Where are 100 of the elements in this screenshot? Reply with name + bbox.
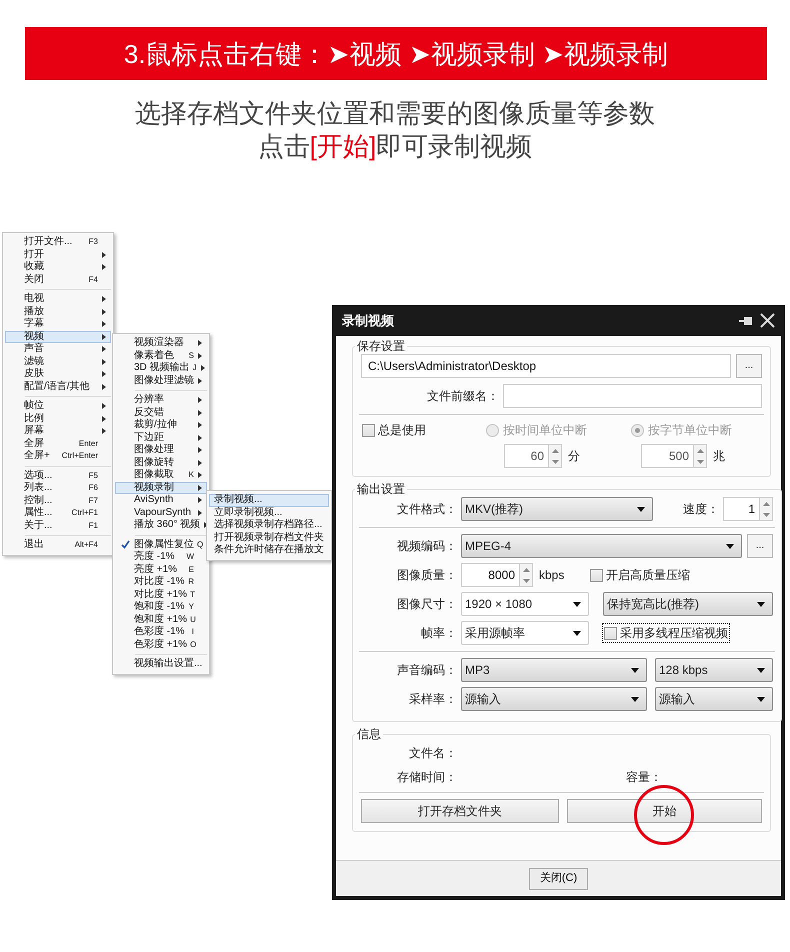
menu-item[interactable]: 属性... Ctrl+F1 [5,507,111,520]
menu-item[interactable]: 视频 [5,330,111,343]
menu-item[interactable]: 对比度 +1% T [115,588,207,601]
dropdown[interactable]: 1920 × 1080 [461,592,589,616]
menu-item[interactable]: 字幕 [5,318,111,330]
menu-item[interactable]: 打开 [5,248,111,261]
start-button[interactable]: 开始 [566,799,762,823]
menu-item[interactable]: 图像旋转 [115,456,207,469]
menu-item[interactable]: 退出 Alt+F4 [5,539,111,552]
browse-button[interactable]: ... [736,354,762,378]
caret-icon [757,602,765,606]
group-title: 输出设置 [356,483,406,495]
menu-item[interactable]: 皮肤 [5,368,111,380]
field-label: 图像尺寸： [396,596,458,613]
menu-item[interactable]: 视频输出设置... [115,658,207,670]
menu-item[interactable]: 关于... F1 [5,520,111,532]
menu-item[interactable]: 比例 [5,412,111,425]
up-arrow-icon [696,448,704,452]
caret-icon [757,696,765,702]
menu-item[interactable]: 收藏 [5,261,111,274]
menu-item[interactable]: 图像处理滤镜 [115,374,207,387]
menu-item[interactable]: 亮度 -1% W [115,551,207,564]
field-label: 文件名： [408,745,458,762]
menu-item[interactable]: 下边距 [115,432,207,444]
close-icon[interactable] [760,313,775,328]
menu-item[interactable]: 全屏 Enter [5,438,111,450]
menu-item[interactable]: 电视 [5,293,111,306]
menu-item[interactable]: 像素着色 S [115,350,207,362]
menu-item[interactable]: 饱和度 -1% Y [115,601,207,614]
text-field[interactable]: C:\Users\Administrator\Desktop [361,354,731,378]
stepper-button[interactable] [759,497,773,521]
menu-item[interactable]: 录制视频... [209,494,329,506]
number-field[interactable]: 1 [723,497,759,521]
menu-item[interactable]: 图像截取 K [115,469,207,482]
dropdown[interactable]: 保持宽高比(推荐) [603,592,773,616]
menu-item[interactable]: 播放 [5,306,111,318]
checkbox[interactable]: 总是使用 [361,421,486,439]
banner-title: 3.鼠标点击右键：➤视频 ➤视频录制 ➤视频录制 [124,40,668,66]
menu-item[interactable]: 立即录制视频... [209,506,329,519]
stepper-button[interactable] [519,563,533,587]
menu-item[interactable]: 声音 [5,343,111,356]
menu-item[interactable]: 饱和度 +1% U [115,614,207,626]
menu-item[interactable]: 色彩度 -1% I [115,626,207,638]
field-label: 文件格式： [396,501,458,518]
menu-item[interactable]: 列表... F6 [5,482,111,494]
close-button[interactable]: 关闭(C) [528,868,588,890]
menu-item[interactable]: 3D 视频输出 J [115,362,207,374]
dropdown[interactable]: 源输入 [461,687,647,711]
checkbox[interactable]: 开启高质量压缩 [589,566,691,584]
menu-item[interactable]: 屏幕 [5,425,111,438]
checkbox[interactable]: 采用多线程压缩视频 [603,624,729,642]
dropdown[interactable]: 128 kbps [655,658,773,682]
menu-item[interactable]: 视频录制 [115,482,207,494]
menu-item[interactable]: AviSynth [115,494,207,506]
caret-icon [631,696,639,702]
caret-icon [757,668,765,672]
menu-item[interactable]: 色彩度 +1% O [115,638,207,651]
dropdown[interactable]: MP3 [461,658,647,682]
number-field[interactable]: 8000 [461,563,519,587]
caret-icon [637,506,645,512]
menu-item[interactable]: 配置/语言/其他 [5,380,111,393]
field-label: 帧率： [420,625,458,642]
field-label: 速度： [682,501,720,518]
menu-item[interactable]: 控制... F7 [5,494,111,507]
menu-item[interactable]: 图像处理 [115,444,207,456]
group-title: 保存设置 [356,340,406,352]
unit-label: 兆 [713,448,725,465]
browse-button[interactable]: ... [747,534,773,558]
stepper-button[interactable] [548,444,562,468]
menu-item[interactable]: 帧位 [5,400,111,412]
menu-item[interactable]: 打开视频录制存档文件夹 [209,532,329,544]
menu-item[interactable]: VapourSynth [115,506,207,519]
stepper-button[interactable] [693,444,707,468]
menu-item[interactable]: 对比度 -1% R [115,576,207,588]
unit-label: 分 [568,448,580,465]
menu-item[interactable]: 裁剪/拉伸 [115,419,207,432]
dropdown[interactable]: 采用源帧率 [461,621,589,645]
text-field[interactable] [503,384,762,408]
menu-item[interactable]: 滤镜 [5,356,111,368]
down-arrow-icon [696,460,704,464]
field-label: 容量： [626,769,663,786]
down-arrow-icon [522,578,530,582]
menu-item[interactable]: 亮度 +1% E [115,564,207,576]
menu-item[interactable]: 分辨率 [115,394,207,406]
menu-item[interactable]: 视频渲染器 [115,337,207,350]
dropdown[interactable]: 源输入 [655,687,773,711]
checkmark-icon [120,540,130,550]
menu-item[interactable]: 条件允许时储存在播放文 [209,544,329,556]
pin-icon[interactable] [738,314,754,326]
menu-item[interactable]: 选项... F5 [5,470,111,482]
menu-item[interactable]: 选择视频录制存档路径... [209,519,329,532]
menu-item[interactable]: 全屏+ Ctrl+Enter [5,450,111,462]
dropdown[interactable]: MKV(推荐) [461,497,653,521]
field-label: 图像质量： [396,567,458,584]
open-folder-button[interactable]: 打开存档文件夹 [361,799,558,823]
menu-item[interactable]: 反交错 [115,406,207,419]
dropdown[interactable]: MPEG-4 [461,534,742,558]
menu-item[interactable]: 打开文件... F3 [5,236,111,248]
menu-item[interactable]: 关闭 F4 [5,274,111,286]
menu-item[interactable]: 图像属性复位 Q [115,538,207,551]
